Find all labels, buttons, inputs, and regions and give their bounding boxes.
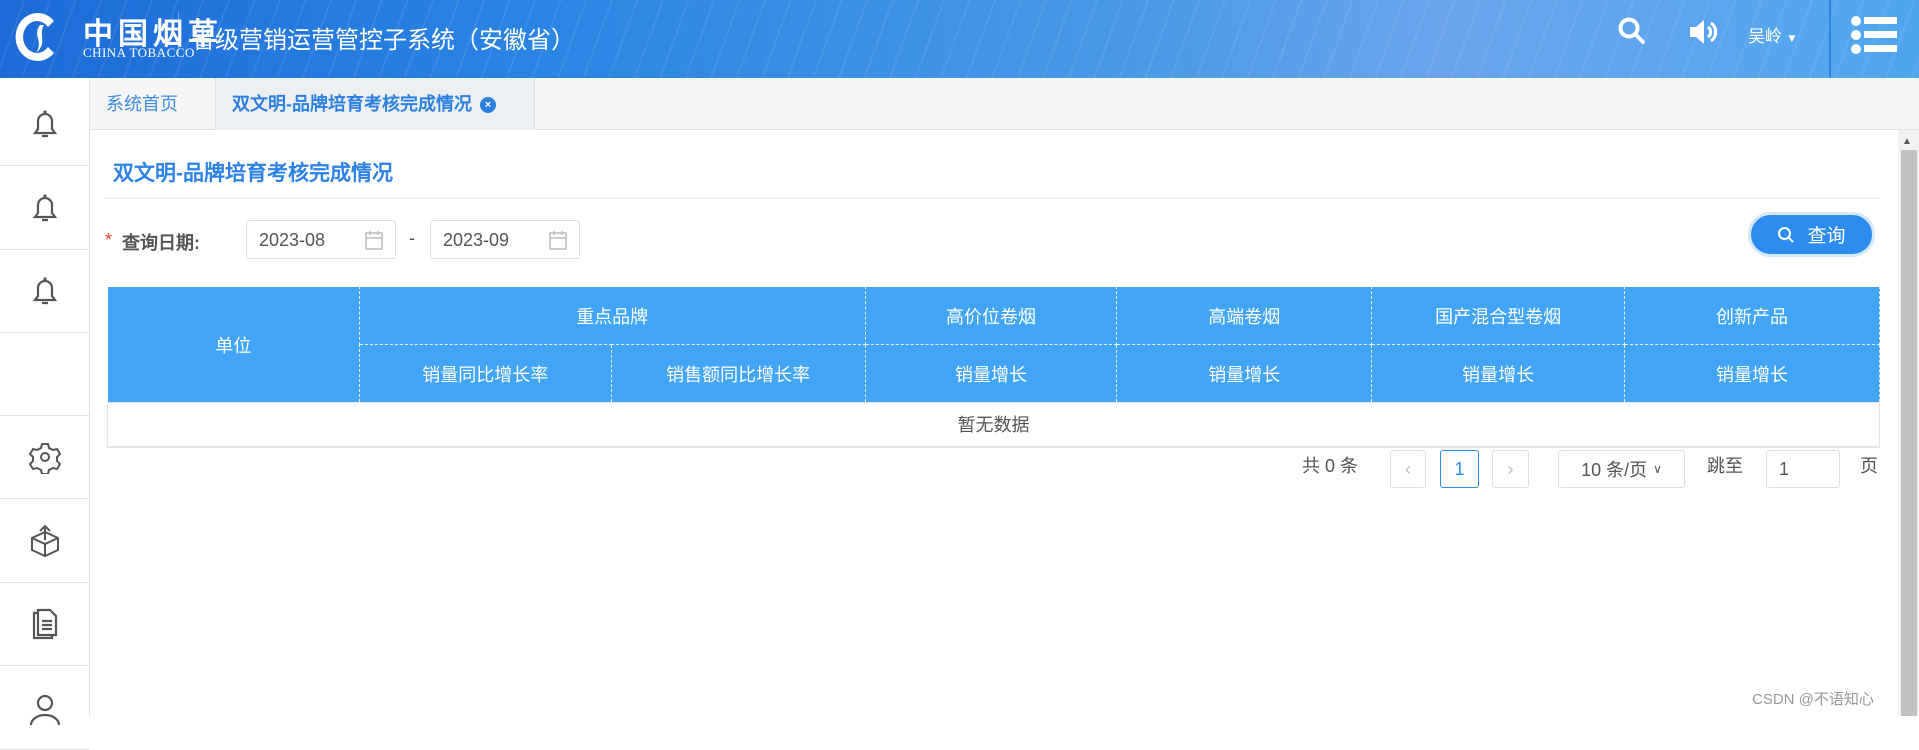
sidebar <box>0 78 90 750</box>
watermark: CSDN @不语知心 <box>1752 691 1874 708</box>
list-menu-icon[interactable] <box>1851 16 1899 54</box>
tab-label: 双文明-品牌培育考核完成情况 <box>232 94 472 114</box>
search-icon[interactable] <box>1617 16 1647 46</box>
sidebar-item-blank <box>0 333 89 416</box>
column-header: 销量增长 <box>1371 344 1626 403</box>
page-1-button[interactable]: 1 <box>1440 450 1479 488</box>
china-tobacco-logo <box>15 13 55 62</box>
sidebar-item-notice-1[interactable] <box>0 83 89 166</box>
chevron-left-icon: ‹ <box>1405 458 1411 479</box>
sidebar-item-box[interactable] <box>0 500 89 583</box>
date-separator: - <box>409 228 415 248</box>
prev-page-button[interactable]: ‹ <box>1390 450 1426 488</box>
start-month-input[interactable]: 2023-08 <box>246 220 396 259</box>
scrollbar-thumb[interactable] <box>1901 150 1917 716</box>
column-header: 销量增长 <box>1624 344 1880 403</box>
empty-table-message: 暂无数据 <box>107 402 1880 448</box>
bell-icon <box>32 110 57 138</box>
box-upload-icon <box>30 524 59 558</box>
gear-icon <box>28 443 61 474</box>
required-mark: * <box>105 230 113 250</box>
assessment-table: 单位 重点品牌 高价位卷烟 高端卷烟 国产混合型卷烟 创新产品 销量同比增长率 … <box>107 286 1880 448</box>
column-header: 销量同比增长率 <box>358 344 612 403</box>
column-group-header: 高端卷烟 <box>1116 286 1373 345</box>
page-title: 双文明-品牌培育考核完成情况 <box>113 162 393 185</box>
user-name: 吴岭 <box>1748 27 1782 46</box>
column-header-unit: 单位 <box>107 286 360 403</box>
tab-home[interactable]: 系统首页 <box>106 78 178 130</box>
bell-icon <box>32 194 57 222</box>
query-button-label: 查询 <box>1807 226 1846 247</box>
column-header: 销售额同比增长率 <box>610 344 866 403</box>
header-divider <box>1829 0 1831 78</box>
top-header: 中国烟草 CHINA TOBACCO 省级营销运营管控子系统（安徽省） 吴岭 ▼ <box>0 0 1919 78</box>
jump-label: 跳至 <box>1707 456 1743 476</box>
jump-page-input[interactable]: 1 <box>1766 450 1840 488</box>
end-month-input[interactable]: 2023-09 <box>430 220 580 259</box>
system-title: 省级营销运营管控子系统（安徽省） <box>191 27 575 54</box>
total-count: 共 0 条 <box>1302 456 1359 476</box>
user-menu[interactable]: 吴岭 ▼ <box>1748 22 1798 47</box>
column-group-header: 国产混合型卷烟 <box>1371 286 1626 345</box>
caret-down-icon: ▼ <box>1786 31 1798 45</box>
sidebar-item-documents[interactable] <box>0 583 89 666</box>
bell-icon <box>32 277 57 305</box>
page-size-select[interactable]: 10 条/页 ∨ <box>1558 450 1685 488</box>
header-divider <box>178 12 179 56</box>
column-header: 销量增长 <box>864 344 1118 403</box>
volume-icon[interactable] <box>1688 18 1720 46</box>
page-size-value: 10 条/页 <box>1581 460 1648 480</box>
calendar-icon <box>365 231 383 250</box>
sidebar-item-settings[interactable] <box>0 416 89 499</box>
search-icon <box>1778 226 1795 243</box>
documents-icon <box>32 608 57 640</box>
query-date-label: 查询日期: <box>122 233 200 253</box>
start-month-value: 2023-08 <box>259 230 326 250</box>
column-group-header: 创新产品 <box>1624 286 1880 345</box>
column-group-header: 重点品牌 <box>358 286 866 345</box>
tab-bar: 系统首页 双文明-品牌培育考核完成情况 × <box>90 78 1919 130</box>
chevron-right-icon: › <box>1507 458 1514 479</box>
title-divider <box>104 197 1880 199</box>
tab-brand-assessment[interactable]: 双文明-品牌培育考核完成情况 × <box>215 78 535 130</box>
sidebar-item-notice-3[interactable] <box>0 250 89 333</box>
sidebar-item-notice-2[interactable] <box>0 167 89 250</box>
sidebar-item-user[interactable] <box>0 667 89 750</box>
column-header: 销量增长 <box>1116 344 1373 403</box>
user-icon <box>29 694 60 725</box>
next-page-button[interactable]: › <box>1492 450 1529 488</box>
column-group-header: 高价位卷烟 <box>864 286 1118 345</box>
page-suffix: 页 <box>1860 456 1878 476</box>
query-button[interactable]: 查询 <box>1748 212 1875 257</box>
scroll-up-icon[interactable]: ▲ <box>1902 136 1912 147</box>
close-icon[interactable]: × <box>480 97 496 113</box>
calendar-icon <box>549 231 567 250</box>
chevron-down-icon: ∨ <box>1653 462 1662 476</box>
end-month-value: 2023-09 <box>443 230 510 250</box>
